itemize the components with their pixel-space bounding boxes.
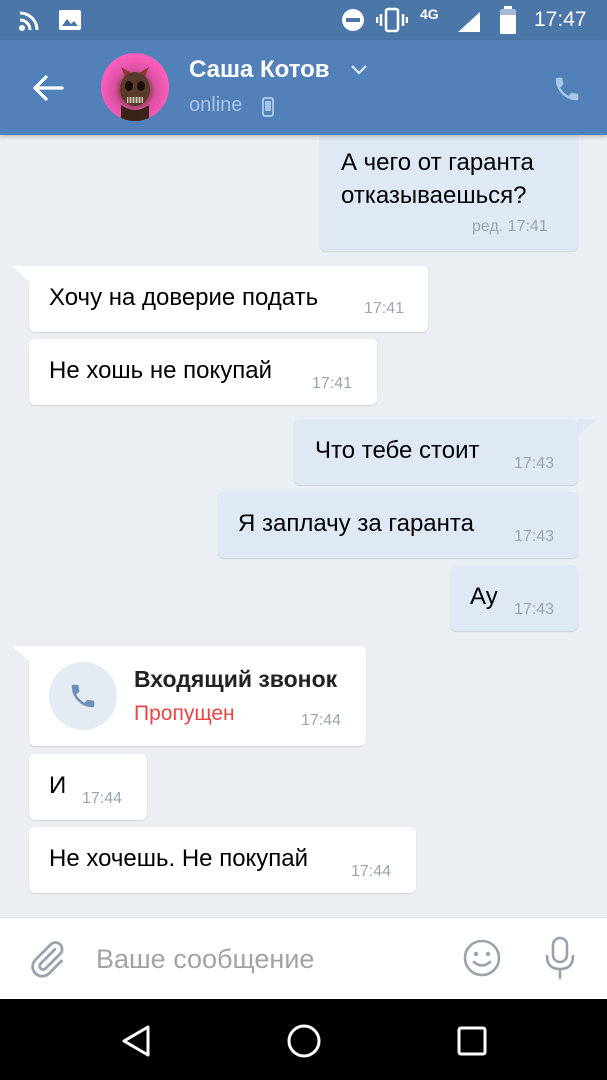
do-not-disturb-icon [342, 9, 364, 31]
message-incoming[interactable]: Хочу на доверие подать 17:41 [29, 266, 428, 332]
circle-home-icon [287, 1024, 321, 1058]
chevron-down-icon[interactable] [350, 64, 368, 76]
message-text: Не хошь не покупай [49, 357, 272, 384]
message-incoming[interactable]: И 17:44 [29, 754, 147, 820]
message-incoming[interactable]: Не хошь не покупай 17:41 [29, 339, 377, 405]
message-input[interactable] [96, 940, 426, 978]
system-navigation-bar [0, 999, 607, 1080]
message-time: 17:44 [82, 790, 123, 807]
emoji-button[interactable] [462, 938, 502, 978]
message-outgoing[interactable]: А чего от гаранта отказываешься? ред. 17… [320, 135, 578, 251]
message-outgoing[interactable]: Ау 17:43 [450, 565, 578, 631]
mobile-device-icon [262, 97, 274, 117]
message-outgoing[interactable]: Что тебе стоит 17:43 [294, 419, 578, 485]
message-text-line: отказываешься? [341, 182, 527, 209]
microphone-icon [545, 936, 575, 980]
attach-button[interactable] [26, 938, 68, 980]
message-text-line: А чего от гаранта [341, 149, 534, 176]
image-notification-icon [59, 10, 81, 30]
message-incoming[interactable]: Не хочешь. Не покупай 17:44 [29, 827, 416, 893]
message-text: Не хочешь. Не покупай [49, 845, 309, 872]
bubble-tail [577, 419, 597, 437]
phone-icon [555, 77, 579, 101]
nav-home-button[interactable] [282, 1019, 326, 1063]
clock: 17:47 [534, 8, 587, 31]
paperclip-icon [31, 941, 64, 978]
message-composer [0, 917, 607, 999]
message-text: Ау [470, 583, 498, 610]
call-icon-circle[interactable] [49, 662, 117, 730]
message-time: 17:43 [514, 455, 555, 472]
nav-back-button[interactable] [114, 1019, 158, 1063]
rss-icon [19, 11, 39, 31]
avatar-skull-image [120, 67, 150, 121]
chat-header: Саша Котов online [0, 40, 607, 135]
avatar[interactable] [101, 53, 169, 121]
signal-icon [458, 12, 480, 32]
message-list[interactable]: А чего от гаранта отказываешься? ред. 17… [0, 135, 607, 917]
battery-icon [500, 6, 516, 34]
message-text: Хочу на доверие подать [49, 284, 319, 311]
message-time: ред. 17:41 [472, 218, 548, 235]
arrow-left-icon [33, 75, 64, 101]
call-button[interactable] [548, 70, 586, 108]
message-missed-call[interactable]: Входящий звонок Пропущен 17:44 [29, 646, 366, 746]
smiley-icon [463, 939, 501, 977]
message-time: 17:43 [514, 528, 555, 545]
status-bar: 4G 17:47 [0, 0, 607, 40]
message-time: 17:41 [364, 300, 405, 317]
voice-message-button[interactable] [540, 934, 580, 982]
vibrate-icon [376, 7, 408, 33]
message-outgoing[interactable]: Я заплачу за гаранта 17:43 [218, 492, 578, 558]
message-time: 17:44 [351, 863, 392, 880]
call-status: Пропущен [134, 702, 235, 725]
message-time: 17:43 [514, 601, 555, 618]
message-text: Я заплачу за гаранта [238, 510, 474, 537]
phone-icon [71, 684, 95, 708]
triangle-back-icon [122, 1025, 150, 1057]
call-title: Входящий звонок [134, 666, 338, 692]
message-time: 17:41 [312, 375, 353, 392]
message-time: 17:44 [301, 712, 342, 729]
network-type: 4G [420, 6, 439, 22]
nav-recents-button[interactable] [450, 1019, 494, 1063]
message-text: И [49, 772, 67, 799]
message-text: Что тебе стоит [315, 437, 480, 464]
online-status: online [189, 94, 243, 116]
contact-name[interactable]: Саша Котов [189, 56, 330, 84]
square-recents-icon [457, 1026, 487, 1056]
back-button[interactable] [28, 68, 68, 108]
